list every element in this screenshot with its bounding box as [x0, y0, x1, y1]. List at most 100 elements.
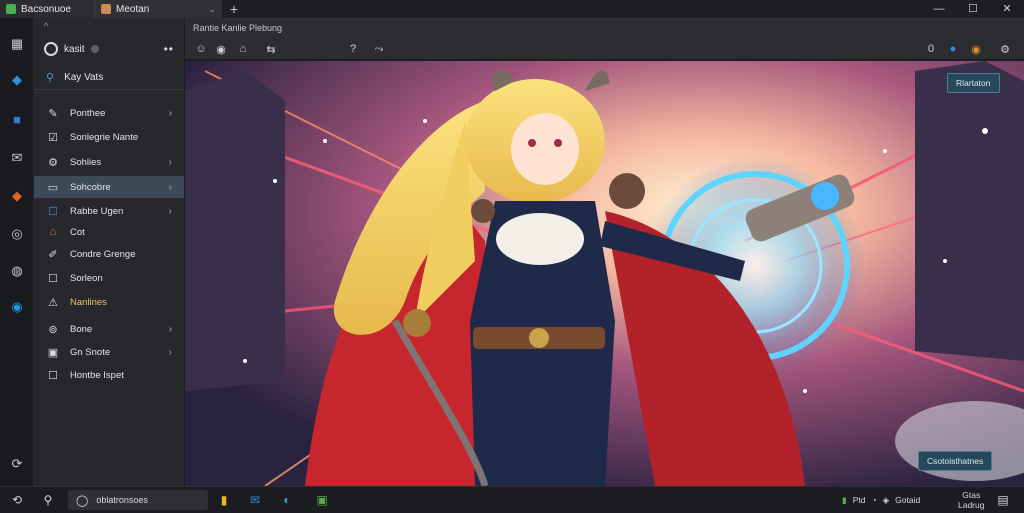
sidebar-item-sorleon[interactable]: ☐ Sorleon	[34, 267, 184, 289]
tab-strip: Bacsonuoe Meotan ⌄ + — ☐ ✕	[0, 0, 1024, 18]
search-icon[interactable]: ⚲	[40, 492, 56, 508]
clock[interactable]: Gtas Ladrug	[958, 487, 984, 513]
clock-time: Gtas	[962, 490, 981, 500]
mail-icon[interactable]: ✉	[9, 150, 25, 166]
back-icon[interactable]: ⟲	[9, 492, 25, 508]
new-tab-button[interactable]: +	[222, 0, 246, 18]
sidebar-search-label: Kay Vats	[64, 72, 104, 83]
share-icon[interactable]: ⤳	[371, 41, 387, 57]
folder-icon: ▭	[47, 181, 59, 194]
tray-text: Ptd	[852, 495, 866, 505]
sidebar-collapse-caret[interactable]: ^	[34, 18, 184, 34]
breadcrumb: Rantie Kanlie Plebung	[185, 18, 1024, 38]
sidebar-item-label: Rabbe Ugen	[70, 205, 124, 217]
settings-icon: ⚙	[48, 156, 58, 169]
close-window-button[interactable]: ✕	[990, 0, 1024, 18]
help-icon[interactable]: ?	[345, 41, 361, 57]
pin-icon: ✎	[48, 107, 58, 120]
chevron-right-icon: ›	[168, 107, 172, 119]
tab-label: Meotan	[116, 3, 150, 15]
globe-icon: ⊚	[48, 323, 58, 336]
tray-label: Gotaid	[895, 495, 921, 505]
store-app-icon[interactable]: ▣	[314, 492, 330, 508]
sidebar-item-label: Sorleon	[70, 272, 103, 284]
tray-flag-icon[interactable]: ▮	[842, 495, 847, 506]
sidebar-item-gn-snote[interactable]: ▣ Gn Snote ›	[34, 341, 184, 363]
search-icon: ⚲	[46, 72, 55, 84]
chevron-down-icon: ›	[168, 346, 172, 358]
chevron-right-icon: ›	[168, 156, 172, 168]
circle-icon[interactable]: ◉	[9, 299, 25, 315]
home-icon[interactable]: ⌂	[235, 41, 251, 57]
sidebar-item-sohcobre[interactable]: ▭ Sohcobre ›	[34, 176, 184, 198]
smile-icon[interactable]: ☺	[193, 41, 209, 57]
grid-icon[interactable]: ▦	[9, 36, 25, 52]
camera-icon[interactable]: ◎	[9, 226, 25, 242]
folder-app-icon[interactable]: ▮	[216, 492, 232, 508]
maximize-button[interactable]: ☐	[956, 0, 990, 18]
sidebar-item-sohlies[interactable]: ⚙ Sohlies ›	[34, 151, 184, 173]
swap-icon[interactable]: ⇆	[263, 41, 279, 57]
taskbar: ⟲ ⚲ ◯ oblatronsoes ▮ ✉ ◐ ▣ ▮ Ptd ◔ ◈ Got…	[0, 486, 1024, 512]
sidebar-item-label: Nanlines	[70, 296, 107, 308]
sidebar-item-rabbe-ugen[interactable]: ☐ Rabbe Ugen ›	[34, 200, 184, 222]
image-icon: ▣	[47, 346, 59, 359]
more-options-button[interactable]: ••	[164, 42, 174, 56]
counter-icon[interactable]: 0	[923, 41, 939, 57]
sidebar-item-bone[interactable]: ⊚ Bone ›	[34, 318, 184, 340]
sidebar-item-label: Sohlies	[70, 156, 102, 168]
profile-blue-icon[interactable]: ●	[945, 41, 961, 57]
sidebar-item-ponthee[interactable]: ✎ Ponthee ›	[34, 102, 184, 124]
chevron-right-icon: ›	[168, 181, 172, 193]
sidebar-item-label: Gn Snote	[70, 346, 111, 358]
checkbox-icon: ☐	[48, 369, 58, 382]
extension-icon[interactable]: ◉	[968, 41, 984, 57]
account-name[interactable]: kasit	[64, 44, 85, 55]
edge-app-icon[interactable]: ◐	[279, 492, 295, 508]
breadcrumb-text[interactable]: Rantie Kanlie Plebung	[193, 23, 282, 33]
sidebar-item-cot[interactable]: ⌂ Cot	[34, 221, 184, 243]
status-dot-icon	[90, 45, 99, 53]
sidebar-item-nanlines[interactable]: ⚠ Nanlines	[34, 291, 184, 313]
mail-app-icon[interactable]: ✉	[247, 492, 263, 508]
settings-gear-icon[interactable]: ⚙	[997, 41, 1013, 57]
bottom-right-badge[interactable]: Csotoisthatnes	[918, 451, 993, 471]
minimize-button[interactable]: —	[922, 0, 956, 18]
sidebar-item-sonlegrie[interactable]: ☑ Sonlegrie Nante	[34, 126, 184, 148]
artwork-viewer: Rlartaton Csotoisthatnes	[185, 61, 1024, 486]
notification-icon[interactable]: ▤	[995, 492, 1011, 508]
store-icon[interactable]: ■	[9, 111, 25, 127]
fox-icon[interactable]: ◆	[9, 188, 25, 204]
sidebar-item-label: Hontbe Ispet	[70, 369, 124, 381]
top-right-badge[interactable]: Rlartaton	[947, 73, 1000, 93]
box-icon: ☐	[48, 205, 58, 218]
sidebar-search[interactable]: ⚲ Kay Vats	[34, 66, 184, 90]
sidebar-item-label: Condre Grenge	[70, 248, 136, 260]
tab-favicon-icon	[101, 4, 111, 14]
brush-icon: ✐	[48, 248, 58, 261]
tab-favicon-icon	[6, 4, 16, 14]
sound-icon[interactable]: ◈	[883, 495, 890, 506]
power-icon[interactable]: ◍	[9, 263, 25, 279]
refresh-icon[interactable]: ⟳	[9, 456, 25, 472]
system-tray: ▮ Ptd ◔ ◈ Gotaid	[842, 487, 920, 513]
character-face	[511, 113, 579, 185]
sidebar-item-hontbe-ispet[interactable]: ☐ Hontbe Ispet	[34, 364, 184, 386]
tab-second[interactable]: Meotan ⌄	[94, 0, 222, 18]
sidebar-item-condre-grenge[interactable]: ✐ Condre Grenge	[34, 243, 184, 265]
tab-first[interactable]: Bacsonuoe	[0, 0, 94, 18]
tab-chevron-icon[interactable]: ⌄	[208, 4, 216, 15]
wifi-icon[interactable]: ◔	[871, 495, 876, 505]
target-icon[interactable]: ◉	[213, 41, 229, 57]
chevron-right-icon: ›	[168, 323, 172, 335]
taskbar-search[interactable]: ◯ oblatronsoes	[68, 490, 208, 510]
sidebar-panel: ^ kasit •• ⚲ Kay Vats ✎ Ponthee › ☑ Sonl…	[34, 18, 184, 486]
browser-toolbar: ☺ ◉ ⌂ ⇆ ? ⤳ 0 ● ◉ ⚙	[185, 38, 1024, 60]
account-ring-icon	[44, 42, 58, 56]
square-icon: ☐	[48, 272, 58, 285]
sidebar-item-label: Sonlegrie Nante	[70, 131, 139, 143]
bird-icon[interactable]: ◆	[9, 72, 25, 88]
chevron-right-icon: ›	[168, 205, 172, 217]
left-icon-rail: ▦ ◆ ■ ✉ ◆ ◎ ◍ ◉ ⟳	[0, 18, 34, 486]
window-controls: — ☐ ✕	[922, 0, 1024, 18]
